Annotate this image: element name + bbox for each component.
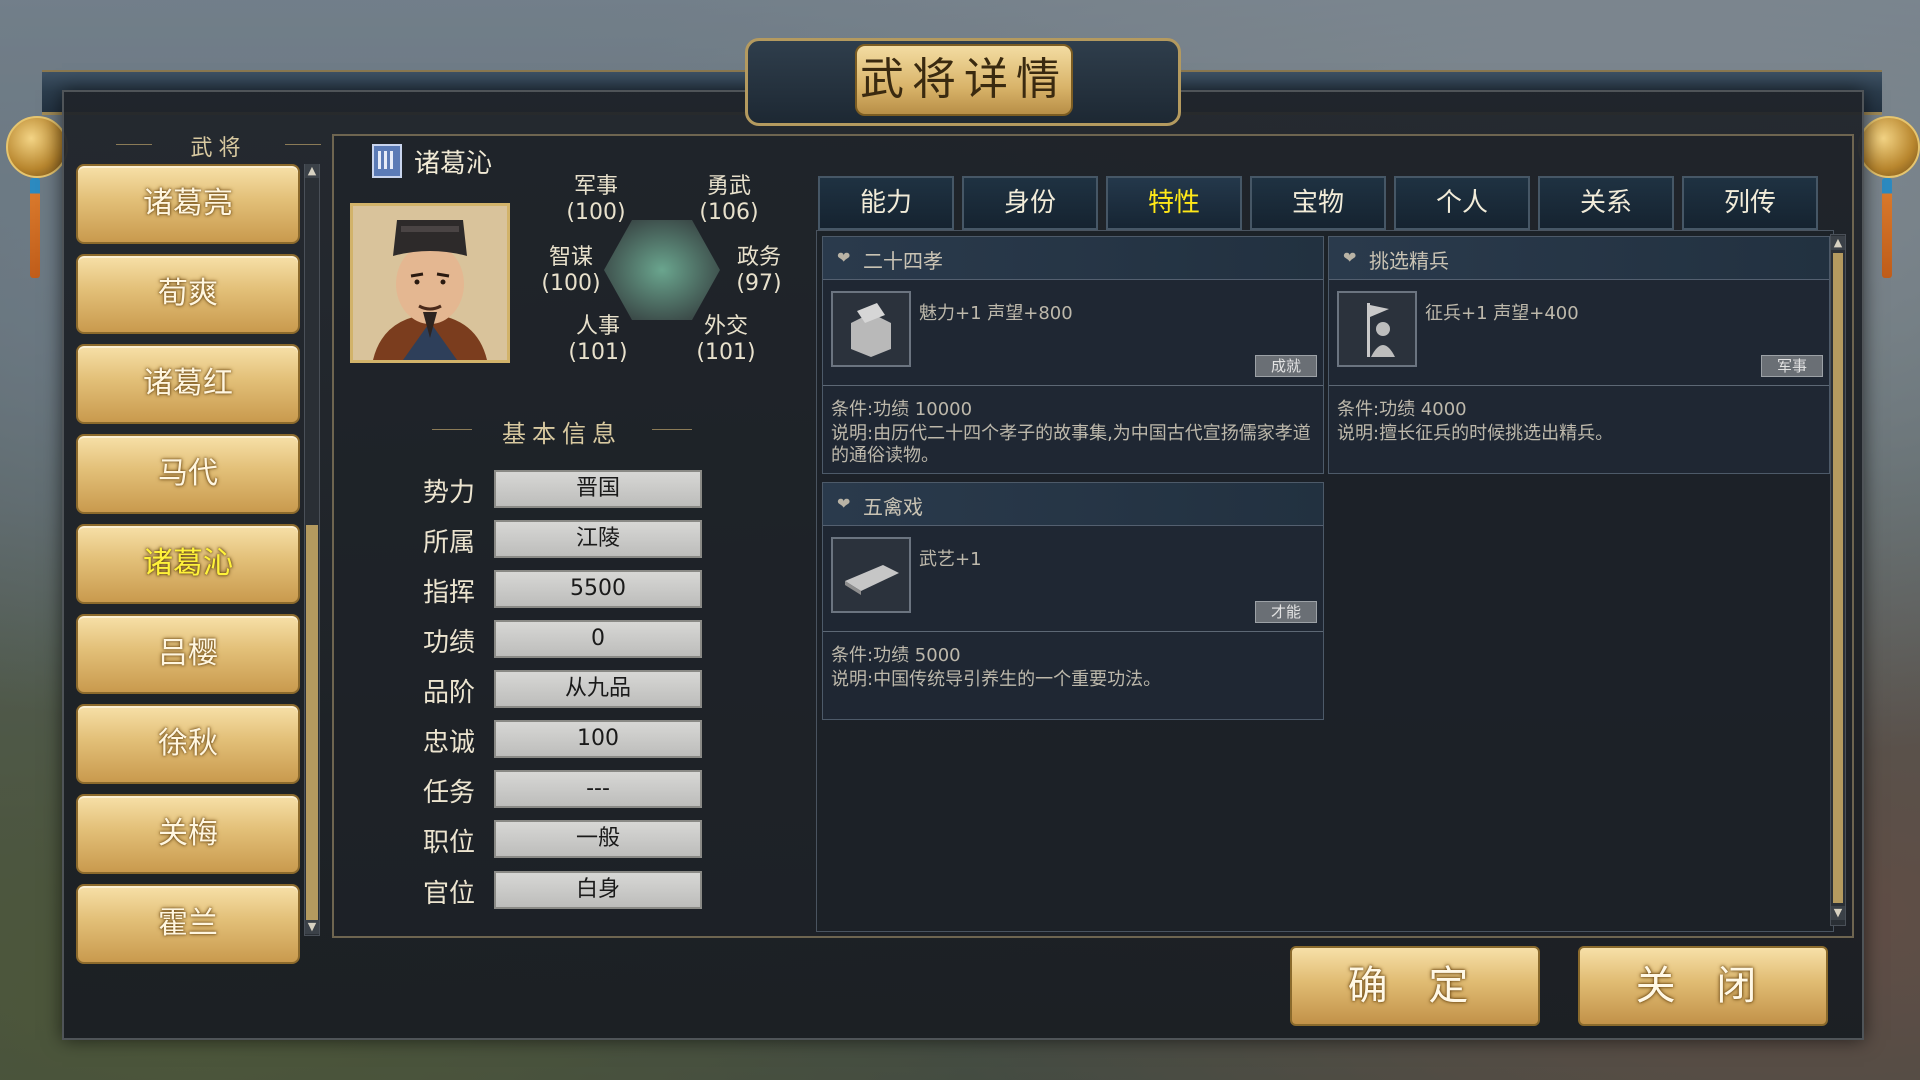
- trait-tag: 军事: [1761, 355, 1823, 377]
- general-item-6[interactable]: 徐秋: [76, 704, 300, 784]
- general-item-5[interactable]: 吕樱: [76, 614, 300, 694]
- info-value: 白身: [494, 871, 702, 909]
- confirm-button[interactable]: 确 定: [1290, 946, 1540, 1026]
- tab-relations[interactable]: 关系: [1538, 176, 1674, 230]
- info-value: 5500: [494, 570, 702, 608]
- general-item-7[interactable]: 关梅: [76, 794, 300, 874]
- soldier-flag-icon: [1337, 291, 1417, 367]
- stat-politics-label: 政务: [736, 245, 781, 270]
- trait-card-header: ❤ 五禽戏: [823, 483, 1323, 526]
- tab-treasures[interactable]: 宝物: [1250, 176, 1386, 230]
- left-tassel: [30, 178, 40, 278]
- general-item-8[interactable]: 霍兰: [76, 884, 300, 964]
- right-scroll-knob: [1858, 116, 1920, 178]
- divider: [823, 385, 1323, 386]
- trait-card[interactable]: ❤ 五禽戏 武艺+1 才能 条件:功绩 5000 说明:中国传统导引养生的一个重…: [822, 482, 1324, 720]
- trait-tag: 才能: [1255, 601, 1317, 623]
- tab-identity[interactable]: 身份: [962, 176, 1098, 230]
- trait-card-header: ❤ 二十四孝: [823, 237, 1323, 280]
- info-value: 一般: [494, 820, 702, 858]
- info-label: 指挥: [422, 578, 475, 608]
- stat-valor-label: 勇武: [706, 174, 751, 199]
- stat-military-label: 军事: [573, 174, 618, 199]
- book-box-icon: [831, 291, 911, 367]
- heart-icon: ❤: [1343, 248, 1357, 267]
- info-value: 从九品: [494, 670, 702, 708]
- stat-politics: 政务 (97): [714, 245, 804, 297]
- scroll-down-arrow-icon[interactable]: ▼: [1831, 906, 1845, 920]
- heart-icon: ❤: [837, 248, 851, 267]
- trait-card[interactable]: ❤ 二十四孝 魅力+1 声望+800 成就 条件:功绩 10000 说明:由历代…: [822, 236, 1324, 474]
- general-card-icon: [372, 144, 402, 178]
- general-item-1[interactable]: 荀爽: [76, 254, 300, 334]
- general-item-0[interactable]: 诸葛亮: [76, 164, 300, 244]
- trait-condition: 条件:功绩 5000: [831, 645, 961, 666]
- info-label: 势力: [422, 478, 475, 508]
- general-name: 诸葛沁: [414, 149, 493, 179]
- general-item-2[interactable]: 诸葛红: [76, 344, 300, 424]
- trait-tag: 成就: [1255, 355, 1317, 377]
- info-value: 0: [494, 620, 702, 658]
- portrait-art: [353, 206, 507, 360]
- general-list-scrollbar[interactable]: [304, 164, 320, 936]
- trait-title: 五禽戏: [863, 495, 923, 519]
- right-tassel: [1882, 178, 1892, 278]
- stat-politics-value: (97): [736, 271, 782, 296]
- divider: [1329, 385, 1829, 386]
- general-portrait: [350, 203, 510, 363]
- trait-effect: 征兵+1 声望+400: [1425, 303, 1579, 324]
- trait-title: 挑选精兵: [1369, 249, 1449, 273]
- general-list: 诸葛亮 荀爽 诸葛红 马代 诸葛沁 吕樱 徐秋 关梅 霍兰: [76, 164, 300, 974]
- info-value: ---: [494, 770, 702, 808]
- stat-diplomacy-value: (101): [696, 340, 756, 365]
- trait-description: 说明:擅长征兵的时候挑选出精兵。: [1337, 423, 1614, 444]
- scroll-book-icon: [831, 537, 911, 613]
- heart-icon: ❤: [837, 494, 851, 513]
- scroll-down-arrow-icon[interactable]: ▼: [305, 920, 319, 934]
- info-label: 任务: [422, 778, 475, 808]
- tab-traits[interactable]: 特性: [1106, 176, 1242, 230]
- tab-biography[interactable]: 列传: [1682, 176, 1818, 230]
- traits-scrollbar[interactable]: [1830, 234, 1846, 926]
- left-scroll-knob: [6, 116, 68, 178]
- trait-condition: 条件:功绩 10000: [831, 399, 973, 420]
- info-label: 功绩: [422, 628, 475, 658]
- info-label: 品阶: [422, 678, 475, 708]
- scroll-up-arrow-icon[interactable]: ▲: [1831, 236, 1845, 250]
- divider: [823, 631, 1323, 632]
- info-value: 晋国: [494, 470, 702, 508]
- scroll-thumb[interactable]: [306, 525, 318, 925]
- trait-description: 说明:中国传统导引养生的一个重要功法。: [831, 669, 1162, 690]
- info-label: 忠诚: [422, 728, 475, 758]
- general-item-4-selected[interactable]: 诸葛沁: [76, 524, 300, 604]
- scroll-up-arrow-icon[interactable]: ▲: [305, 164, 319, 178]
- info-label: 官位: [422, 879, 475, 909]
- close-button[interactable]: 关 闭: [1578, 946, 1828, 1026]
- stat-hexagon-chart: [604, 220, 720, 320]
- trait-card-header: ❤ 挑选精兵: [1329, 237, 1829, 280]
- stat-personnel-value: (101): [568, 340, 628, 365]
- info-value: 100: [494, 720, 702, 758]
- info-label: 职位: [422, 828, 475, 858]
- general-list-header: 武将: [116, 130, 321, 162]
- scroll-thumb[interactable]: [1833, 253, 1843, 903]
- tab-ability[interactable]: 能力: [818, 176, 954, 230]
- trait-title: 二十四孝: [863, 249, 943, 273]
- tab-personal[interactable]: 个人: [1394, 176, 1530, 230]
- info-label: 所属: [422, 528, 475, 558]
- trait-effect: 武艺+1: [919, 549, 982, 570]
- trait-description: 说明:由历代二十四个孝子的故事集,为中国古代宣扬儒家孝道的通俗读物。: [831, 423, 1311, 466]
- trait-effect: 魅力+1 声望+800: [919, 303, 1073, 324]
- general-item-3[interactable]: 马代: [76, 434, 300, 514]
- info-value: 江陵: [494, 520, 702, 558]
- trait-condition: 条件:功绩 4000: [1337, 399, 1467, 420]
- basic-info-title: 基本信息: [432, 414, 692, 449]
- trait-card[interactable]: ❤ 挑选精兵 征兵+1 声望+400 军事 条件:功绩 4000 说明:擅长征兵…: [1328, 236, 1830, 474]
- window-title: 武将详情: [855, 44, 1073, 116]
